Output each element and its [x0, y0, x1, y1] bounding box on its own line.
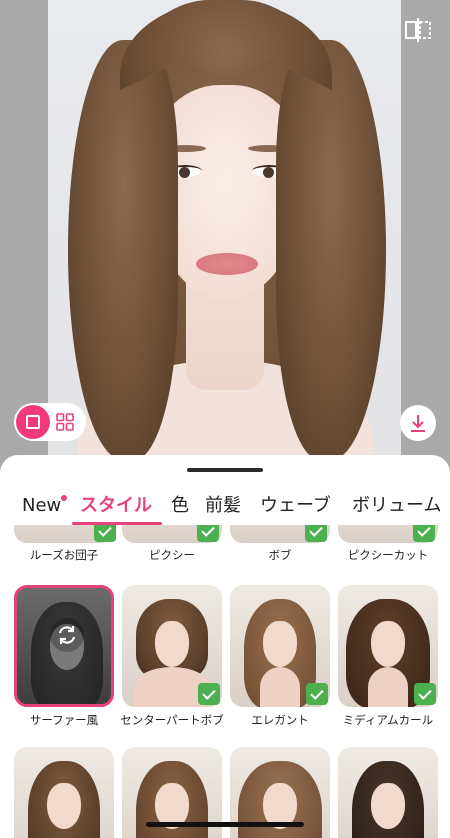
thumb-face — [263, 621, 297, 667]
compare-button[interactable] — [404, 16, 432, 44]
home-indicator[interactable] — [146, 822, 304, 827]
thumb-face — [155, 621, 189, 667]
tab-bangs[interactable]: 前髪 — [205, 491, 241, 523]
style-label: ピクシーカット — [347, 548, 429, 562]
style-bottom-sheet: New スタイル 色 前髪 ウェーブ ボリューム ルーズお団子 ピクシー ボブ … — [0, 455, 450, 838]
portrait-photo — [48, 0, 401, 470]
check-icon — [305, 525, 327, 542]
tab-label: スタイル — [80, 495, 152, 516]
tab-style[interactable]: スタイル — [80, 491, 152, 523]
style-thumbnail — [338, 747, 438, 838]
style-thumbnail — [14, 585, 114, 707]
style-thumbnail — [14, 747, 114, 838]
style-card-row3-1[interactable] — [14, 747, 114, 838]
style-card-surfer[interactable]: サーファー風 — [14, 585, 114, 745]
check-icon — [198, 683, 220, 705]
download-icon — [411, 415, 425, 432]
tab-wave[interactable]: ウェーブ — [260, 491, 331, 523]
tab-label: 色 — [171, 495, 189, 516]
style-grid: ルーズお団子 ピクシー ボブ ピクシーカット サーファー風 センターパートボブ … — [0, 525, 450, 838]
style-card-bob[interactable]: ボブ — [230, 525, 330, 565]
style-card-elegant[interactable]: エレガント — [230, 585, 330, 745]
check-icon — [94, 525, 116, 542]
app-root: New スタイル 色 前髪 ウェーブ ボリューム ルーズお団子 ピクシー ボブ … — [0, 0, 450, 838]
tab-label: New — [22, 495, 62, 516]
style-label: ピクシー — [149, 548, 195, 562]
tab-label: ボリューム — [352, 495, 442, 516]
thumb-body — [368, 667, 408, 707]
style-label: センターパートボブ — [120, 713, 224, 727]
style-card-loose-bun[interactable]: ルーズお団子 — [14, 525, 116, 565]
style-card-center-part-bob[interactable]: センターパートボブ — [120, 585, 224, 745]
new-badge-dot — [61, 495, 67, 501]
category-tabs: New スタイル 色 前髪 ウェーブ ボリューム — [0, 491, 450, 525]
style-card-row3-4[interactable] — [338, 747, 438, 838]
style-label: ボブ — [268, 548, 292, 562]
hair-right — [276, 40, 386, 460]
style-card-medium-curl[interactable]: ミディアムカール — [338, 585, 438, 745]
sync-icon — [50, 618, 84, 652]
preview-area — [0, 0, 450, 470]
compare-icon — [405, 18, 431, 42]
thumb-face — [371, 783, 405, 829]
hair-left — [68, 40, 178, 460]
style-card-pixie-cut[interactable]: ピクシーカット — [338, 525, 438, 565]
check-icon — [414, 683, 436, 705]
thumb-body — [260, 667, 300, 707]
lips — [196, 253, 258, 275]
grid-view-icon[interactable] — [56, 413, 74, 431]
tab-color[interactable]: 色 — [171, 491, 189, 523]
tab-label: 前髪 — [205, 495, 241, 516]
download-button[interactable] — [400, 405, 436, 441]
single-view-icon — [26, 415, 40, 429]
style-label: ミディアムカール — [342, 713, 434, 727]
style-label: エレガント — [251, 713, 309, 727]
thumb-face — [371, 621, 405, 667]
sheet-grabber[interactable] — [187, 468, 263, 472]
check-icon — [306, 683, 328, 705]
view-mode-toggle — [14, 403, 86, 441]
check-icon — [413, 525, 435, 542]
thumb-face — [47, 783, 81, 829]
tab-label: ウェーブ — [260, 495, 331, 516]
check-icon — [197, 525, 219, 542]
style-label: ルーズお団子 — [29, 548, 99, 562]
single-view-button[interactable] — [16, 405, 50, 439]
sync-icon-svg — [58, 626, 76, 644]
style-label: サーファー風 — [29, 713, 99, 727]
style-card-pixie[interactable]: ピクシー — [122, 525, 222, 565]
tab-new[interactable]: New — [22, 491, 61, 523]
tab-volume[interactable]: ボリューム — [352, 491, 441, 523]
